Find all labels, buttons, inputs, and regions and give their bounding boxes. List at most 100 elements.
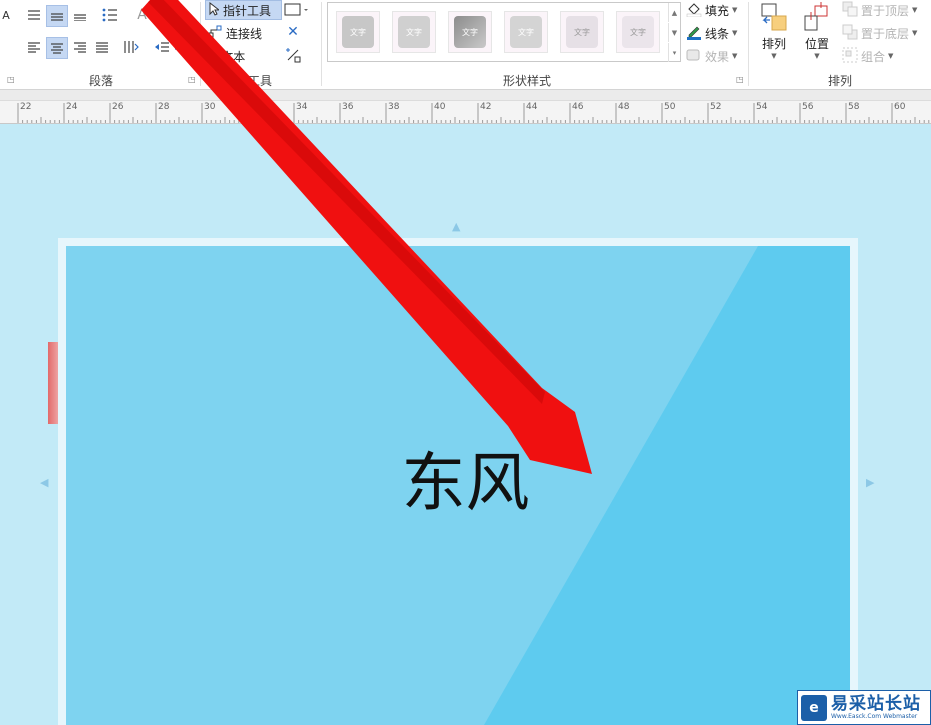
ruler-tick-label: 24 — [66, 102, 78, 112]
connector-icon — [208, 25, 222, 42]
align-middle-icon[interactable] — [46, 5, 68, 27]
paint-bucket-icon — [686, 1, 702, 20]
top-resize-handle-icon[interactable]: ▲ — [452, 220, 460, 233]
align-right-icon[interactable] — [70, 37, 90, 57]
shape-style-swatch[interactable]: 文字 — [448, 11, 492, 53]
line-button[interactable]: 线条 ▼ — [686, 23, 737, 43]
separator — [748, 2, 749, 86]
ruler-tick-label: 30 — [204, 102, 216, 112]
style-sample-text: 文字 — [510, 16, 542, 48]
position-button[interactable]: 位置 ▼ — [803, 2, 831, 60]
style-sample-text: 文字 — [398, 16, 430, 48]
horizontal-ruler[interactable]: 22 24 26 28 30 32 34 36 38 40 42 44 46 48 50 52 54 56 58 60 — [0, 100, 931, 124]
justify-icon[interactable] — [92, 37, 112, 57]
align-bottom-icon[interactable] — [70, 5, 90, 25]
position-label: 位置 — [804, 37, 829, 51]
shape-styles-gallery[interactable]: 文字 文字 文字 文字 文字 文字 ▲ ▼ ▾ — [327, 2, 681, 62]
text-spacing-icon[interactable]: A — [132, 5, 152, 25]
send-to-back-dropdown-icon[interactable]: ▼ — [912, 29, 917, 37]
watermark-title: 易采站长站 — [831, 693, 921, 714]
style-sample-text: 文字 — [622, 16, 654, 48]
ruler-tick-label: 48 — [618, 102, 630, 112]
ruler-tick-label: 36 — [342, 102, 354, 112]
arrange-icon — [760, 2, 788, 35]
send-to-back-label: 置于底层 — [861, 26, 910, 41]
increase-indent-icon[interactable] — [174, 37, 190, 57]
gallery-scroll-up-icon[interactable]: ▲ — [668, 3, 680, 22]
group-dropdown-icon[interactable]: ▼ — [888, 52, 893, 60]
effects-icon — [686, 48, 702, 65]
shape-style-swatch[interactable]: 文字 — [560, 11, 604, 53]
ruler-tick-label: 46 — [572, 102, 584, 112]
shape-styles-launcher-icon[interactable]: ◳ — [736, 75, 744, 84]
shape-styles-group-label: 形状样式 — [503, 74, 552, 88]
text-direction-icon[interactable] — [121, 37, 141, 57]
shape-text[interactable]: 东风 — [0, 432, 931, 524]
shape-style-swatch[interactable]: 文字 — [336, 11, 380, 53]
ruler-tick-label: 56 — [802, 102, 814, 112]
ruler-tick-label: 26 — [112, 102, 124, 112]
ruler-tick-label: 40 — [434, 102, 446, 112]
ruler-tick-label: 22 — [20, 102, 32, 112]
text-tool-button[interactable]: A 文本 — [205, 46, 248, 66]
arrange-dropdown-icon[interactable]: ▼ — [771, 52, 776, 60]
bring-to-front-icon — [842, 1, 858, 20]
paragraph-launcher-icon[interactable]: ◳ — [7, 75, 15, 84]
send-to-back-button[interactable]: 置于底层 ▼ — [842, 23, 917, 43]
effects-label: 效果 — [705, 49, 730, 64]
align-center-icon[interactable] — [46, 37, 68, 59]
ruler-tick-label: 54 — [756, 102, 768, 112]
paragraph-group-label: 段落 — [89, 74, 114, 88]
ruler-tick-label: 52 — [710, 102, 722, 112]
line-dropdown-icon[interactable]: ▼ — [732, 29, 737, 37]
arrange-group-label: 排列 — [828, 74, 853, 88]
group-button[interactable]: 组合 ▼ — [842, 46, 893, 66]
fill-dropdown-icon[interactable]: ▼ — [732, 6, 737, 14]
ruler-tick-label: 42 — [480, 102, 492, 112]
align-top-icon[interactable] — [24, 5, 44, 25]
decrease-indent-icon[interactable] — [152, 37, 172, 57]
connector-tool-label: 连接线 — [226, 26, 263, 41]
gallery-more-icon[interactable]: ▾ — [668, 43, 680, 62]
arrange-button[interactable]: 排列 ▼ — [760, 2, 788, 60]
ruler-tick-label: 38 — [388, 102, 400, 112]
shape-style-swatch[interactable]: 文字 — [616, 11, 660, 53]
group-icon — [842, 47, 858, 66]
shape-style-swatch[interactable]: 文字 — [392, 11, 436, 53]
bring-to-front-dropdown-icon[interactable]: ▼ — [912, 6, 917, 14]
text-tool-label: 文本 — [221, 49, 246, 64]
effects-button[interactable]: 效果 ▼ — [686, 46, 737, 66]
shape-style-swatch[interactable]: 文字 — [504, 11, 548, 53]
position-icon — [803, 2, 831, 35]
connection-point-icon[interactable] — [284, 46, 302, 64]
delete-connection-icon[interactable]: ✕ — [284, 23, 302, 41]
ruler-gap — [0, 90, 931, 100]
font-color-icon[interactable]: A — [0, 5, 12, 25]
connector-tool-button[interactable]: 连接线 — [205, 23, 265, 43]
gallery-scroll-down-icon[interactable]: ▼ — [668, 23, 680, 42]
effects-dropdown-icon[interactable]: ▼ — [732, 52, 737, 60]
rectangle-tool-icon[interactable] — [284, 1, 310, 19]
pencil-icon — [686, 24, 702, 43]
ruler-tick-label: 58 — [848, 102, 860, 112]
pointer-tool-label: 指针工具 — [223, 3, 272, 18]
bring-to-front-button[interactable]: 置于顶层 ▼ — [842, 0, 917, 20]
paragraph-dialog-launcher-icon[interactable]: ◳ — [188, 75, 196, 84]
ribbon: A A ◳ 段落 ◳ 指针工具 连接线 ✕ A 文本 工具 文字 文字 文字 文… — [0, 0, 931, 90]
style-sample-text: 文字 — [342, 16, 374, 48]
separator — [200, 2, 201, 86]
ruler-tick-label: 50 — [664, 102, 676, 112]
text-tool-icon: A — [208, 49, 218, 63]
ruler-tick-label: 44 — [526, 102, 538, 112]
ruler-tick-label: 34 — [296, 102, 308, 112]
position-dropdown-icon[interactable]: ▼ — [814, 52, 819, 60]
watermark-subtitle: Www.Easck.Com Webmaster — [831, 712, 918, 720]
style-sample-text: 文字 — [566, 16, 598, 48]
align-left-icon[interactable] — [24, 37, 44, 57]
pointer-icon — [209, 1, 221, 19]
ruler-ticks — [17, 103, 930, 123]
fill-button[interactable]: 填充 ▼ — [686, 0, 737, 20]
fill-label: 填充 — [705, 3, 730, 18]
pointer-tool-button[interactable]: 指针工具 — [205, 0, 282, 20]
bullets-icon[interactable] — [100, 5, 120, 25]
